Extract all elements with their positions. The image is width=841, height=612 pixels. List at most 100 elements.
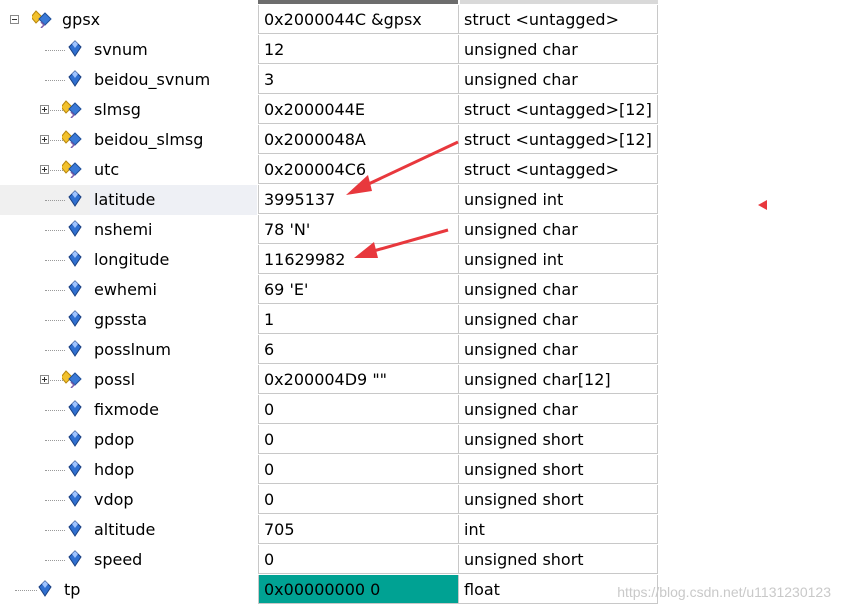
- row-value[interactable]: 0x2000044E: [258, 95, 459, 124]
- watch-window: gpsx 0x2000044C &gpsx struct <untagged> …: [0, 0, 660, 612]
- tree-row-speed[interactable]: speed 0 unsigned short: [0, 545, 660, 575]
- tree-row-nshemi[interactable]: nshemi 78 'N' unsigned char: [0, 215, 660, 245]
- row-name: utc: [94, 160, 120, 179]
- tree-row-latitude[interactable]: latitude 3995137 unsigned int: [0, 185, 660, 215]
- row-name: fixmode: [94, 400, 159, 419]
- row-type: unsigned short: [459, 485, 658, 514]
- row-type: unsigned int: [459, 245, 658, 274]
- row-type: unsigned char: [459, 335, 658, 364]
- tree-row-ewhemi[interactable]: ewhemi 69 'E' unsigned char: [0, 275, 660, 305]
- row-name: altitude: [94, 520, 156, 539]
- row-name: beidou_svnum: [94, 70, 211, 89]
- watermark: https://blog.csdn.net/u1131230123: [617, 584, 831, 600]
- tree-row-tp[interactable]: tp 0x00000000 0 float: [0, 575, 660, 605]
- tree-row-hdop[interactable]: hdop 0 unsigned short: [0, 455, 660, 485]
- tree-row-gpsx[interactable]: gpsx 0x2000044C &gpsx struct <untagged>: [0, 5, 660, 35]
- row-value[interactable]: 705: [258, 515, 459, 544]
- row-type: unsigned int: [459, 185, 658, 214]
- row-type: unsigned char[12]: [459, 365, 658, 394]
- row-type: struct <untagged>[12]: [459, 95, 658, 124]
- tree-row-posslnum[interactable]: posslnum 6 unsigned char: [0, 335, 660, 365]
- tree-row-beidou_slmsg[interactable]: beidou_slmsg 0x2000048A struct <untagged>[…: [0, 125, 660, 155]
- row-name: svnum: [94, 40, 148, 59]
- row-type: unsigned short: [459, 455, 658, 484]
- row-name: longitude: [94, 250, 170, 269]
- row-type: struct <untagged>: [459, 5, 658, 34]
- variable-icon: [68, 550, 86, 568]
- variable-icon: [68, 280, 86, 298]
- variable-icon: [68, 220, 86, 238]
- row-value[interactable]: 0x2000044C &gpsx: [258, 5, 459, 34]
- row-value[interactable]: 3995137: [258, 185, 459, 214]
- variable-icon: [68, 250, 86, 268]
- variable-icon: [38, 580, 56, 598]
- row-name: pdop: [94, 430, 135, 449]
- row-name: beidou_slmsg: [94, 130, 204, 149]
- expand-toggle[interactable]: [40, 105, 49, 114]
- row-type: unsigned char: [459, 305, 658, 334]
- row-value[interactable]: 3: [258, 65, 459, 94]
- variable-icon: [68, 490, 86, 508]
- variable-icon: [68, 40, 86, 58]
- row-name: vdop: [94, 490, 134, 509]
- row-name: speed: [94, 550, 143, 569]
- row-type: struct <untagged>[12]: [459, 125, 658, 154]
- row-name: tp: [64, 580, 81, 599]
- tree-row-possl[interactable]: possl 0x200004D9 "" unsigned char[12]: [0, 365, 660, 395]
- row-value[interactable]: 12: [258, 35, 459, 64]
- row-type: unsigned char: [459, 395, 658, 424]
- variable-icon: [68, 70, 86, 88]
- row-name: gpsx: [62, 10, 101, 29]
- row-name: nshemi: [94, 220, 153, 239]
- tree-row-altitude[interactable]: altitude 705 int: [0, 515, 660, 545]
- variable-icon: [68, 430, 86, 448]
- tree-row-longitude[interactable]: longitude 11629982 unsigned int: [0, 245, 660, 275]
- red-arrow-tick: [758, 200, 767, 210]
- row-type: int: [459, 515, 658, 544]
- tree-row-gpssta[interactable]: gpssta 1 unsigned char: [0, 305, 660, 335]
- row-type: unsigned char: [459, 275, 658, 304]
- row-value[interactable]: 0x200004D9 "": [258, 365, 459, 394]
- row-name: latitude: [94, 190, 156, 209]
- variable-icon: [68, 520, 86, 538]
- row-value[interactable]: 0x00000000 0: [258, 575, 459, 604]
- variable-icon: [68, 340, 86, 358]
- struct-icon: [60, 100, 82, 119]
- row-value[interactable]: 0x2000048A: [258, 125, 459, 154]
- row-name: ewhemi: [94, 280, 157, 299]
- row-type: unsigned short: [459, 425, 658, 454]
- row-value[interactable]: 0x200004C6: [258, 155, 459, 184]
- tree-row-slmsg[interactable]: slmsg 0x2000044E struct <untagged>[12]: [0, 95, 660, 125]
- row-name: possl: [94, 370, 136, 389]
- collapse-toggle[interactable]: [10, 15, 19, 24]
- row-value[interactable]: 1: [258, 305, 459, 334]
- row-value[interactable]: 78 'N': [258, 215, 459, 244]
- variable-icon: [68, 310, 86, 328]
- variable-icon: [68, 460, 86, 478]
- tree-row-svnum[interactable]: svnum 12 unsigned char: [0, 35, 660, 65]
- tree-row-pdop[interactable]: pdop 0 unsigned short: [0, 425, 660, 455]
- struct-icon: [30, 10, 52, 29]
- expand-toggle[interactable]: [40, 135, 49, 144]
- row-value[interactable]: 6: [258, 335, 459, 364]
- tree-row-vdop[interactable]: vdop 0 unsigned short: [0, 485, 660, 515]
- row-name: slmsg: [94, 100, 141, 119]
- row-type: unsigned char: [459, 35, 658, 64]
- expand-toggle[interactable]: [40, 375, 49, 384]
- row-value[interactable]: 0: [258, 485, 459, 514]
- row-value[interactable]: 11629982: [258, 245, 459, 274]
- tree-row-fixmode[interactable]: fixmode 0 unsigned char: [0, 395, 660, 425]
- row-value[interactable]: 0: [258, 455, 459, 484]
- row-type: unsigned char: [459, 65, 658, 94]
- struct-icon: [60, 130, 82, 149]
- row-value[interactable]: 0: [258, 425, 459, 454]
- tree-row-beidou_svnum[interactable]: beidou_svnum 3 unsigned char: [0, 65, 660, 95]
- tree-row-utc[interactable]: utc 0x200004C6 struct <untagged>: [0, 155, 660, 185]
- row-value[interactable]: 0: [258, 395, 459, 424]
- variable-icon: [68, 400, 86, 418]
- row-value[interactable]: 69 'E': [258, 275, 459, 304]
- row-type: unsigned char: [459, 215, 658, 244]
- variable-icon: [68, 190, 86, 208]
- expand-toggle[interactable]: [40, 165, 49, 174]
- row-value[interactable]: 0: [258, 545, 459, 574]
